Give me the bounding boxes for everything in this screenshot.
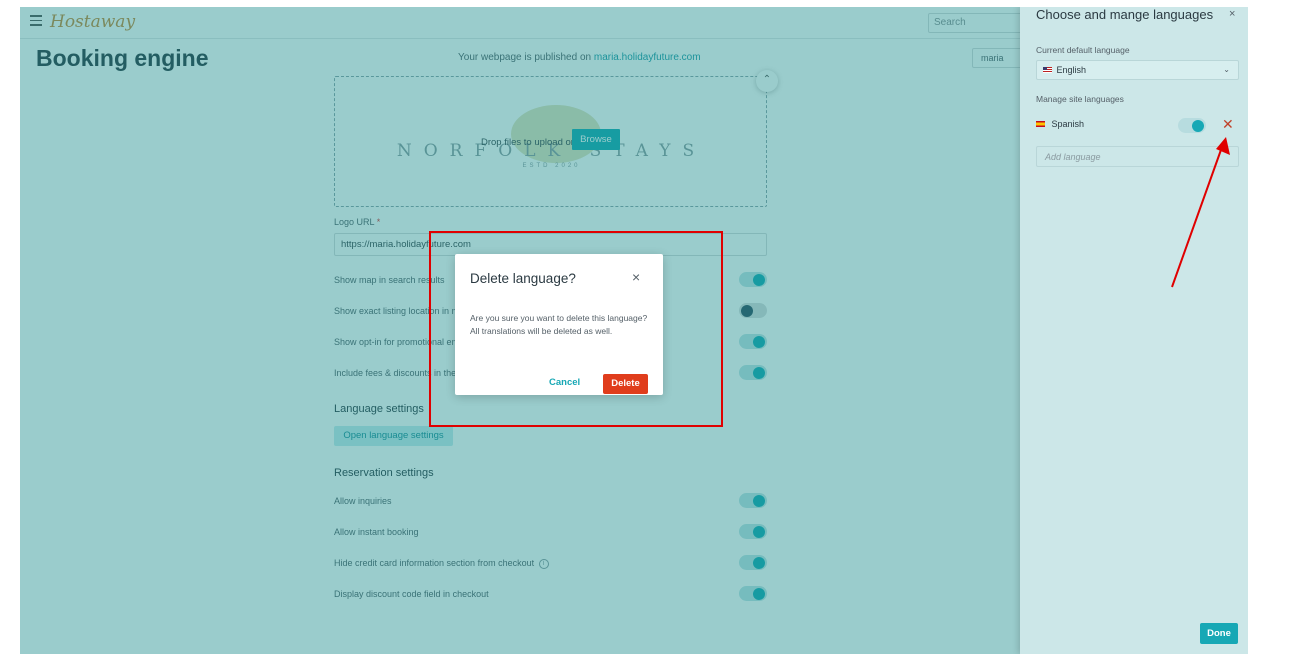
annotation-arrow-head bbox=[1216, 137, 1230, 155]
toggle-language-spanish[interactable] bbox=[1178, 118, 1206, 133]
app-window: Hostaway Search Booking engine Your webp… bbox=[20, 7, 1248, 654]
default-language-label: Current default language bbox=[1036, 45, 1130, 55]
manage-languages-label: Manage site languages bbox=[1036, 94, 1124, 104]
spain-flag-icon bbox=[1036, 121, 1045, 127]
language-panel-title: Choose and mange languages bbox=[1036, 7, 1214, 22]
done-button[interactable]: Done bbox=[1200, 623, 1238, 644]
chevron-down-icon: ⌄ bbox=[1223, 65, 1230, 74]
remove-language-icon[interactable]: ✕ bbox=[1222, 116, 1234, 133]
annotation-arrow bbox=[1171, 137, 1230, 288]
annotation-highlight-box bbox=[429, 231, 723, 427]
language-name: Spanish bbox=[1051, 119, 1085, 129]
language-item-spanish: Spanish bbox=[1036, 119, 1084, 129]
annotation-arrow-line bbox=[1171, 146, 1223, 288]
default-language-value: English bbox=[1056, 65, 1087, 75]
toggle-knob bbox=[1192, 119, 1204, 132]
panel-close-icon[interactable]: × bbox=[1229, 8, 1235, 20]
us-flag-icon bbox=[1043, 67, 1052, 73]
default-language-select[interactable]: English ⌄ bbox=[1036, 60, 1239, 80]
language-panel: Choose and mange languages × Current def… bbox=[1020, 7, 1248, 654]
